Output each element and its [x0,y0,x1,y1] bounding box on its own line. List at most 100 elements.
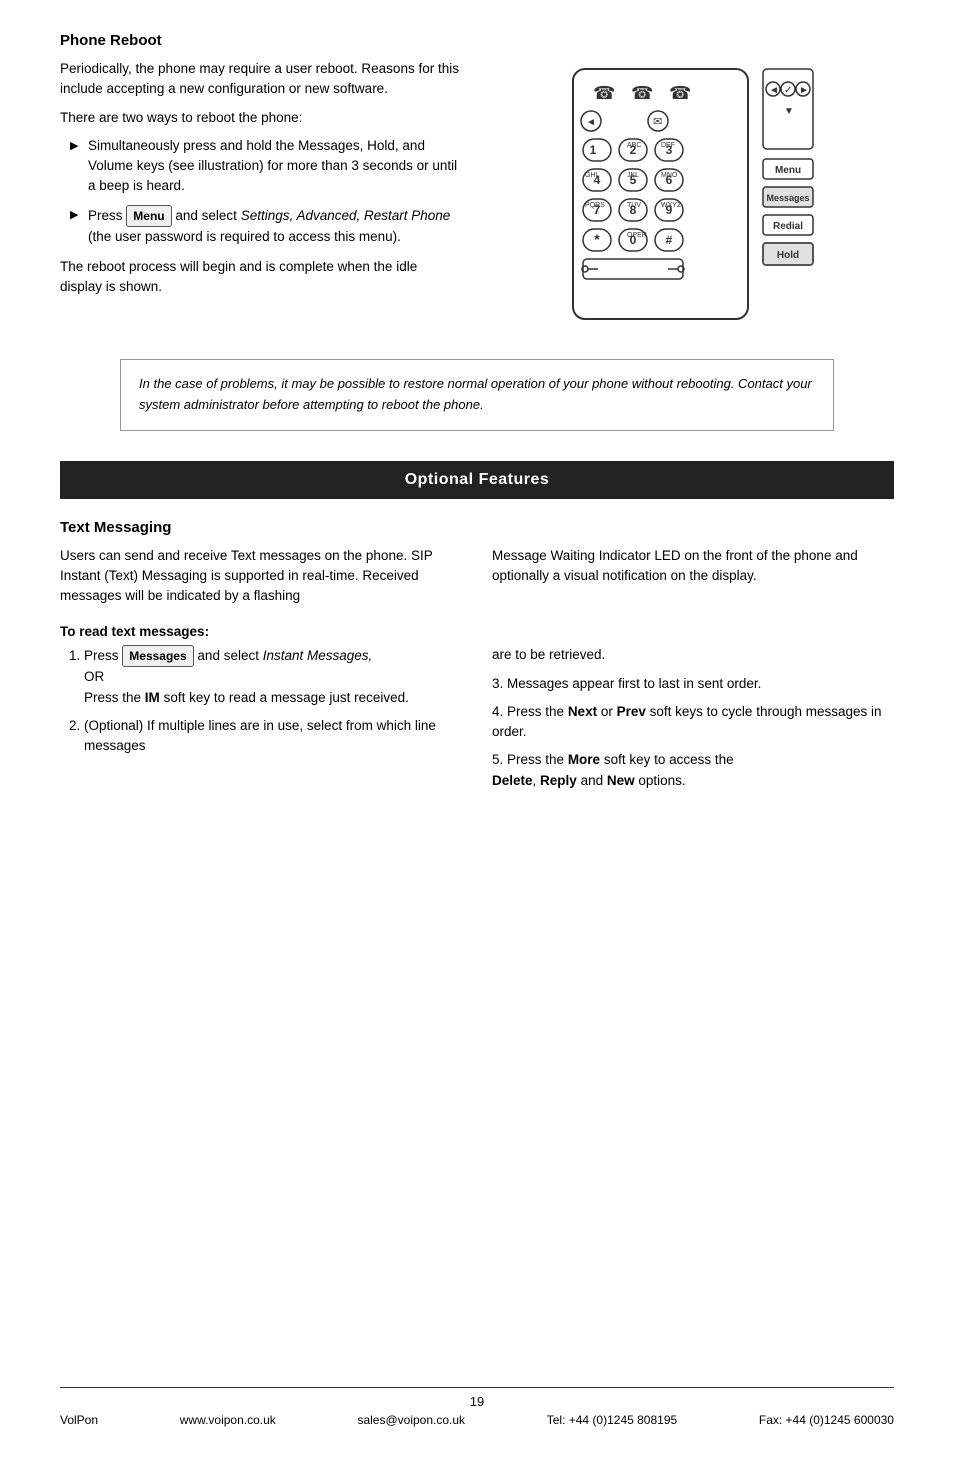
tm-para1-text: Users can send and receive Text messages… [60,548,432,604]
step5-mid: soft key to access the [604,752,734,767]
phone-reboot-section: Phone Reboot Periodically, the phone may… [60,32,894,431]
step2: (Optional) If multiple lines are in use,… [84,716,462,757]
step4-next: Next [568,704,597,719]
menu-button-label: Menu [126,205,171,227]
svg-text:*: * [594,231,600,247]
step4: 4. Press the Next or Prev soft keys to c… [492,702,894,743]
svg-text:OPER: OPER [627,232,647,239]
step5-num: 5. [492,752,507,767]
phone-diagram: ☎ ☎ ☎ ◄ ✓ ► ▼ [492,59,894,339]
text-messaging-two-col: Users can send and receive Text messages… [60,546,894,615]
page: Phone Reboot Periodically, the phone may… [0,0,954,1475]
reboot-bullet-list: Simultaneously press and hold the Messag… [70,136,462,247]
note-text: In the case of problems, it may be possi… [139,376,812,412]
svg-text:✉: ✉ [653,116,662,128]
reboot-bullet1: Simultaneously press and hold the Messag… [70,136,462,197]
to-read-text: To read text messages: [60,624,209,639]
svg-text:◄: ◄ [769,85,779,96]
step1-cont: Press the [84,690,141,705]
step5-and: and [581,773,607,788]
steps-two-col: Press Messages and select Instant Messag… [60,645,894,799]
step1-im: IM [145,690,160,705]
step3: 3. Messages appear first to last in sent… [492,674,894,694]
steps-list-right: are to be retrieved. 3. Messages appear … [492,645,894,791]
step4-prev: Prev [617,704,646,719]
reboot-para3: The reboot process will begin and is com… [60,257,462,298]
svg-text:Hold: Hold [777,250,799,261]
step1: Press Messages and select Instant Messag… [84,645,462,708]
optional-features-bar: Optional Features [60,461,894,499]
svg-text:►: ► [799,85,809,96]
svg-text:Messages: Messages [766,193,809,203]
svg-text:MNO: MNO [661,172,678,179]
reboot-bullet2: Press Menu and select Settings, Advanced… [70,205,462,247]
text-messaging-right: Message Waiting Indicator LED on the fro… [492,546,894,615]
svg-text:PQRS: PQRS [585,202,605,209]
step3-num: 3. [492,676,507,691]
text-messaging-title: Text Messaging [60,519,894,536]
tm-para1-right: Message Waiting Indicator LED on the fro… [492,546,894,587]
reboot-two-col: Periodically, the phone may require a us… [60,59,894,339]
step1-and-select: and select [197,648,262,663]
svg-text:WXYZ: WXYZ [661,202,682,209]
step5-pre: Press the [507,752,564,767]
reboot-para2: There are two ways to reboot the phone: [60,108,462,128]
bullet2-paren: (the user password is required to access… [88,229,401,244]
reboot-note: In the case of problems, it may be possi… [120,359,834,431]
step4-num: 4. [492,704,507,719]
svg-text:#: # [666,233,673,247]
svg-text:GHI: GHI [585,172,598,179]
step1-prefix: Press [84,648,119,663]
step1-italic: Instant Messages, [263,648,373,663]
step5-suf: options. [638,773,685,788]
footer-website: www.voipon.co.uk [180,1413,276,1427]
footer-brand: VolPon [60,1413,98,1427]
step4-or: or [601,704,617,719]
svg-text:1: 1 [590,143,597,157]
svg-text:Redial: Redial [773,221,803,232]
footer-fax: Fax: +44 (0)1245 600030 [759,1413,894,1427]
phone-reboot-title: Phone Reboot [60,32,894,49]
text-messaging-para1: Users can send and receive Text messages… [60,546,462,607]
messages-button-label: Messages [122,645,193,667]
step2-right: are to be retrieved. [492,645,894,665]
bullet2-prefix: Press [88,208,123,223]
footer-tel: Tel: +44 (0)1245 808195 [547,1413,677,1427]
reboot-para1: Periodically, the phone may require a us… [60,59,462,100]
text-messaging-section: Text Messaging Users can send and receiv… [60,519,894,799]
step5-delete: Delete [492,773,533,788]
text-messaging-left: Users can send and receive Text messages… [60,546,462,615]
reboot-left-col: Periodically, the phone may require a us… [60,59,462,339]
phone-illustration: ☎ ☎ ☎ ◄ ✓ ► ▼ [563,59,823,339]
footer: 19 VolPon www.voipon.co.uk sales@voipon.… [60,1387,894,1427]
svg-text:ABC: ABC [627,142,641,149]
step1-or: OR [84,669,104,684]
bullet2-and-select: and select [175,208,240,223]
svg-text:Menu: Menu [775,165,801,176]
steps-right: are to be retrieved. 3. Messages appear … [492,645,894,799]
step5-new: New [607,773,635,788]
step2-right-text: are to be retrieved. [492,647,605,662]
step4-pre: Press the [507,704,564,719]
to-read-label: To read text messages: [60,624,894,639]
svg-text:◄: ◄ [586,117,596,128]
svg-text:TUV: TUV [627,202,641,209]
svg-text:☎: ☎ [631,83,653,103]
bullet2-italic: Settings, Advanced, Restart Phone [241,208,451,223]
step3-text: Messages appear first to last in sent or… [507,676,761,691]
svg-text:☎: ☎ [593,83,615,103]
svg-text:▼: ▼ [784,106,794,117]
steps-list-left: Press Messages and select Instant Messag… [84,645,462,756]
step1-cont2: soft key to read a message just received… [164,690,409,705]
step5: 5. Press the More soft key to access the… [492,750,894,791]
svg-text:✓: ✓ [784,85,792,96]
svg-text:DEF: DEF [661,142,675,149]
footer-content: VolPon www.voipon.co.uk sales@voipon.co.… [60,1413,894,1427]
svg-text:☎: ☎ [669,83,691,103]
step5-more: More [568,752,600,767]
optional-features-label: Optional Features [405,471,550,488]
step5-reply: Reply [540,773,577,788]
page-number: 19 [60,1394,894,1409]
step5-comma1: , [533,773,541,788]
steps-left: Press Messages and select Instant Messag… [60,645,462,799]
